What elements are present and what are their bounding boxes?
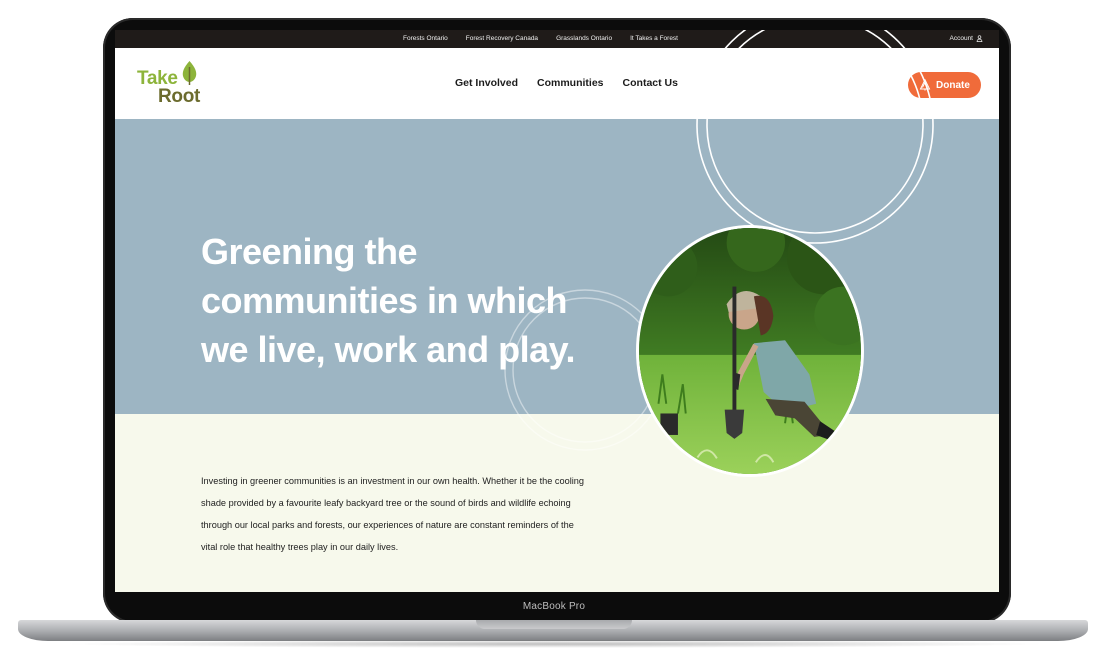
hero-title-line: we live, work and play. xyxy=(201,329,575,370)
main-nav: Get Involved Communities Contact Us xyxy=(455,77,678,89)
laptop-notch xyxy=(476,620,632,629)
utility-link-forest-recovery-canada[interactable]: Forest Recovery Canada xyxy=(466,35,538,42)
hero-title-line: communities in which xyxy=(201,280,568,321)
intro-paragraph: Investing in greener communities is an i… xyxy=(201,476,585,552)
donate-button[interactable]: Donate xyxy=(908,72,981,98)
hero-section: Greening the communities in which we liv… xyxy=(115,119,999,414)
utility-link-forests-ontario[interactable]: Forests Ontario xyxy=(403,35,448,42)
account-link[interactable]: Account xyxy=(950,35,984,42)
laptop-shadow xyxy=(60,640,1050,648)
nav-communities[interactable]: Communities xyxy=(537,77,604,89)
utility-link-it-takes-a-forest[interactable]: It Takes a Forest xyxy=(630,35,678,42)
hero-title-line: Greening the xyxy=(201,231,418,272)
take-root-logo[interactable]: Take Root xyxy=(137,60,207,108)
user-icon xyxy=(976,35,983,42)
hero-photo-tree-planting xyxy=(636,225,864,477)
nav-contact-us[interactable]: Contact Us xyxy=(623,77,678,89)
nav-get-involved[interactable]: Get Involved xyxy=(455,77,518,89)
utility-links: Forests Ontario Forest Recovery Canada G… xyxy=(403,35,678,42)
donate-label: Donate xyxy=(936,79,970,91)
account-label: Account xyxy=(949,35,974,42)
utility-bar: Forests Ontario Forest Recovery Canada G… xyxy=(115,30,999,48)
tree-icon xyxy=(919,79,931,91)
hero-title: Greening the communities in which we liv… xyxy=(201,227,621,374)
logo-text-root: Root xyxy=(158,86,201,107)
device-label: MacBook Pro xyxy=(522,601,586,612)
site-header: Take Root Get Involved Communities Conta… xyxy=(115,48,999,119)
browser-screen: Forests Ontario Forest Recovery Canada G… xyxy=(115,30,999,592)
leaf-icon xyxy=(182,61,197,85)
utility-link-grasslands-ontario[interactable]: Grasslands Ontario xyxy=(556,35,612,42)
